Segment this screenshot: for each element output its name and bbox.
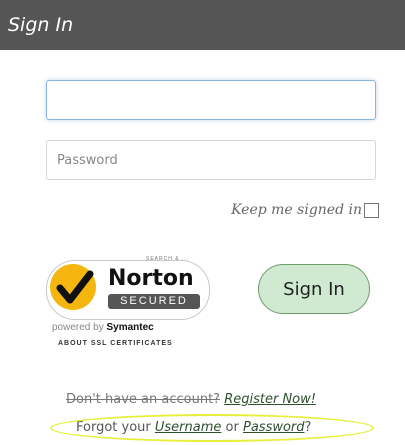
powered-by-prefix: powered by [52,322,104,333]
norton-secured-seal[interactable]: SEARCH & ... Norton SECURED powered by S… [46,250,216,360]
norton-secured-label: SECURED [108,294,200,309]
title-bar: Sign In [0,0,405,50]
about-ssl-link[interactable]: ABOUT SSL CERTIFICATES [58,340,173,347]
keep-signed-in[interactable]: Keep me signed in [231,202,379,218]
password-input[interactable] [46,140,376,180]
checkmark-icon [56,270,94,304]
powered-by: powered by Symantec [52,322,154,333]
register-now-link[interactable]: Register Now! [224,392,316,407]
sign-in-button[interactable]: Sign In [258,264,370,314]
keep-signed-in-label: Keep me signed in [231,202,362,218]
powered-by-name: Symantec [106,322,154,333]
highlight-oval [50,414,374,442]
username-input[interactable] [46,80,376,120]
register-prefix: Don't have an account? [66,392,221,407]
norton-brand: Norton [108,266,194,291]
page-title: Sign In [8,14,74,36]
keep-signed-in-checkbox[interactable] [364,202,379,218]
